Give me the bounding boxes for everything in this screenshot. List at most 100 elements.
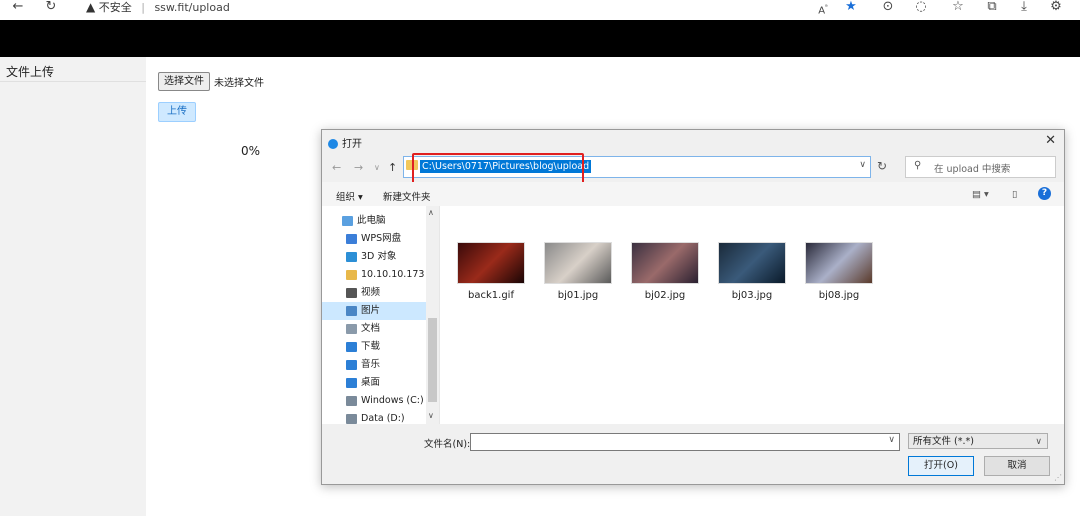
drive-c-icon	[346, 395, 357, 406]
file-list: back1.gif bj01.jpg bj02.jpg bj03.jpg bj08.jp…	[439, 206, 1064, 424]
dialog-title: 打开	[328, 135, 362, 150]
filename-label: 文件名(N):	[424, 439, 471, 450]
file-name: back1.gif	[468, 290, 514, 301]
nav-item[interactable]: WPS网盘	[322, 230, 426, 248]
sidebar-item-upload[interactable]: 文件上传	[6, 63, 54, 80]
nav-item-label: 10.10.10.173	[361, 269, 425, 280]
url-separator: |	[141, 1, 145, 14]
nav-item-label: 视频	[361, 287, 381, 298]
chevron-down-icon[interactable]: ∨	[888, 435, 895, 445]
open-button[interactable]: 打开(O)	[908, 456, 974, 476]
nav-item-label: Data (D:)	[361, 413, 405, 424]
security-label: 不安全	[98, 1, 132, 14]
nav-item[interactable]: 此电脑	[322, 212, 426, 230]
nav-item-label: 文档	[361, 323, 381, 334]
upload-button[interactable]: 上传	[158, 102, 196, 122]
up-arrow-icon[interactable]: ↑	[388, 161, 397, 174]
url-text[interactable]: ssw.fit/upload	[154, 1, 229, 14]
desktop-icon	[346, 377, 357, 388]
image-thumbnail	[718, 242, 786, 284]
nav-item[interactable]: 3D 对象	[322, 248, 426, 266]
read-aloud-icon[interactable]: Aᵃ	[815, 0, 831, 16]
resize-grip-icon[interactable]: ⋰	[1054, 473, 1062, 482]
nav-item-label: 桌面	[361, 377, 381, 388]
cancel-button[interactable]: 取消	[984, 456, 1050, 476]
videos-icon	[346, 287, 357, 298]
file-item[interactable]: bj08.jpg	[804, 242, 874, 301]
copilot-icon[interactable]: ◌	[913, 0, 929, 14]
nav-item[interactable]: Windows (C:)	[322, 392, 426, 410]
recent-dropdown-icon[interactable]: ∨	[374, 163, 380, 172]
filetype-value: 所有文件 (*.*)	[913, 436, 974, 447]
nav-item-label: 3D 对象	[361, 251, 397, 262]
navigation-pane: ∧ ∨ 此电脑 WPS网盘 3D 对象 10.10.10.173 视频图片文档下载音乐桌…	[322, 206, 439, 424]
nav-item-label: 图片	[361, 305, 381, 316]
nav-item-label: WPS网盘	[361, 233, 402, 244]
new-folder-button[interactable]: 新建文件夹	[383, 189, 431, 203]
file-name: bj01.jpg	[557, 290, 599, 301]
image-thumbnail	[457, 242, 525, 284]
this-pc-icon	[342, 215, 353, 226]
refresh-folder-icon[interactable]: ↻	[877, 159, 887, 173]
address-bar[interactable]: ▲ 不安全 | ssw.fit/upload	[86, 0, 230, 14]
dialog-title-text: 打开	[342, 139, 362, 150]
dialog-footer: 文件名(N): ∨ 所有文件 (*.*) ∨ 打开(O) 取消 ⋰	[322, 424, 1064, 484]
image-thumbnail	[544, 242, 612, 284]
preview-pane-icon[interactable]: ▯	[1012, 189, 1017, 200]
back-icon[interactable]: ←	[10, 0, 26, 14]
no-file-label: 未选择文件	[214, 78, 264, 89]
organize-menu[interactable]: 组织 ▾	[336, 189, 363, 203]
nav-scrollbar[interactable]: ∧ ∨	[426, 206, 439, 424]
progress-text: 0%	[241, 144, 261, 158]
search-input[interactable]: ⚲ 在 upload 中搜索	[905, 156, 1056, 178]
image-thumbnail	[805, 242, 873, 284]
refresh-icon[interactable]: ↻	[43, 0, 59, 14]
filename-input[interactable]: ∨	[470, 433, 900, 451]
nav-item-label: 下载	[361, 341, 381, 352]
filetype-select[interactable]: 所有文件 (*.*) ∨	[908, 433, 1048, 449]
file-item[interactable]: bj03.jpg	[717, 242, 787, 301]
open-file-dialog: 打开 ✕ ← → ∨ ↑ C:\Users\0717\Pictures\blog…	[321, 129, 1065, 485]
dialog-toolbar: 组织 ▾ 新建文件夹 ▤ ▾ ▯ ?	[322, 182, 1064, 206]
favorite-star-icon[interactable]: ★	[843, 0, 859, 14]
nav-item[interactable]: 10.10.10.173	[322, 266, 426, 284]
music-icon	[346, 359, 357, 370]
search-placeholder: 在 upload 中搜索	[934, 164, 1011, 175]
help-icon[interactable]: ?	[1038, 187, 1051, 200]
forward-arrow-icon[interactable]: →	[354, 161, 363, 174]
view-options-icon[interactable]: ▤ ▾	[972, 189, 989, 200]
file-name: bj03.jpg	[731, 290, 773, 301]
nav-item[interactable]: 文档	[322, 320, 426, 338]
file-item[interactable]: bj01.jpg	[543, 242, 613, 301]
download-icon[interactable]: ⤓	[1016, 0, 1032, 14]
file-item[interactable]: back1.gif	[456, 242, 526, 301]
scroll-thumb[interactable]	[428, 318, 437, 402]
documents-icon	[346, 323, 357, 334]
pictures-icon	[346, 305, 357, 316]
nav-item[interactable]: 桌面	[322, 374, 426, 392]
image-thumbnail	[631, 242, 699, 284]
back-arrow-icon[interactable]: ←	[332, 161, 341, 174]
nav-item[interactable]: 图片	[322, 302, 426, 320]
nav-item-label: 此电脑	[357, 215, 386, 226]
extension-icon[interactable]: ⊙	[880, 0, 896, 14]
chevron-down-icon[interactable]: ∨	[1035, 434, 1042, 450]
chevron-down-icon[interactable]: ∨	[859, 160, 866, 170]
nav-item[interactable]: 视频	[322, 284, 426, 302]
choose-file-button[interactable]: 选择文件	[158, 72, 210, 91]
favorites-icon[interactable]: ☆	[950, 0, 966, 14]
file-item[interactable]: bj02.jpg	[630, 242, 700, 301]
file-name: bj08.jpg	[818, 290, 860, 301]
scroll-down-icon[interactable]: ∨	[428, 411, 434, 420]
nav-item[interactable]: 下载	[322, 338, 426, 356]
nav-item-label: 音乐	[361, 359, 381, 370]
settings-icon[interactable]: ⚙	[1048, 0, 1064, 14]
search-icon: ⚲	[914, 160, 922, 171]
close-icon[interactable]: ✕	[1045, 133, 1056, 148]
drive-d-icon	[346, 413, 357, 424]
sidebar-divider	[0, 81, 146, 82]
scroll-up-icon[interactable]: ∧	[428, 208, 434, 217]
3d-objects-icon	[346, 251, 357, 262]
collections-icon[interactable]: ⧉	[984, 0, 1000, 14]
nav-item[interactable]: 音乐	[322, 356, 426, 374]
